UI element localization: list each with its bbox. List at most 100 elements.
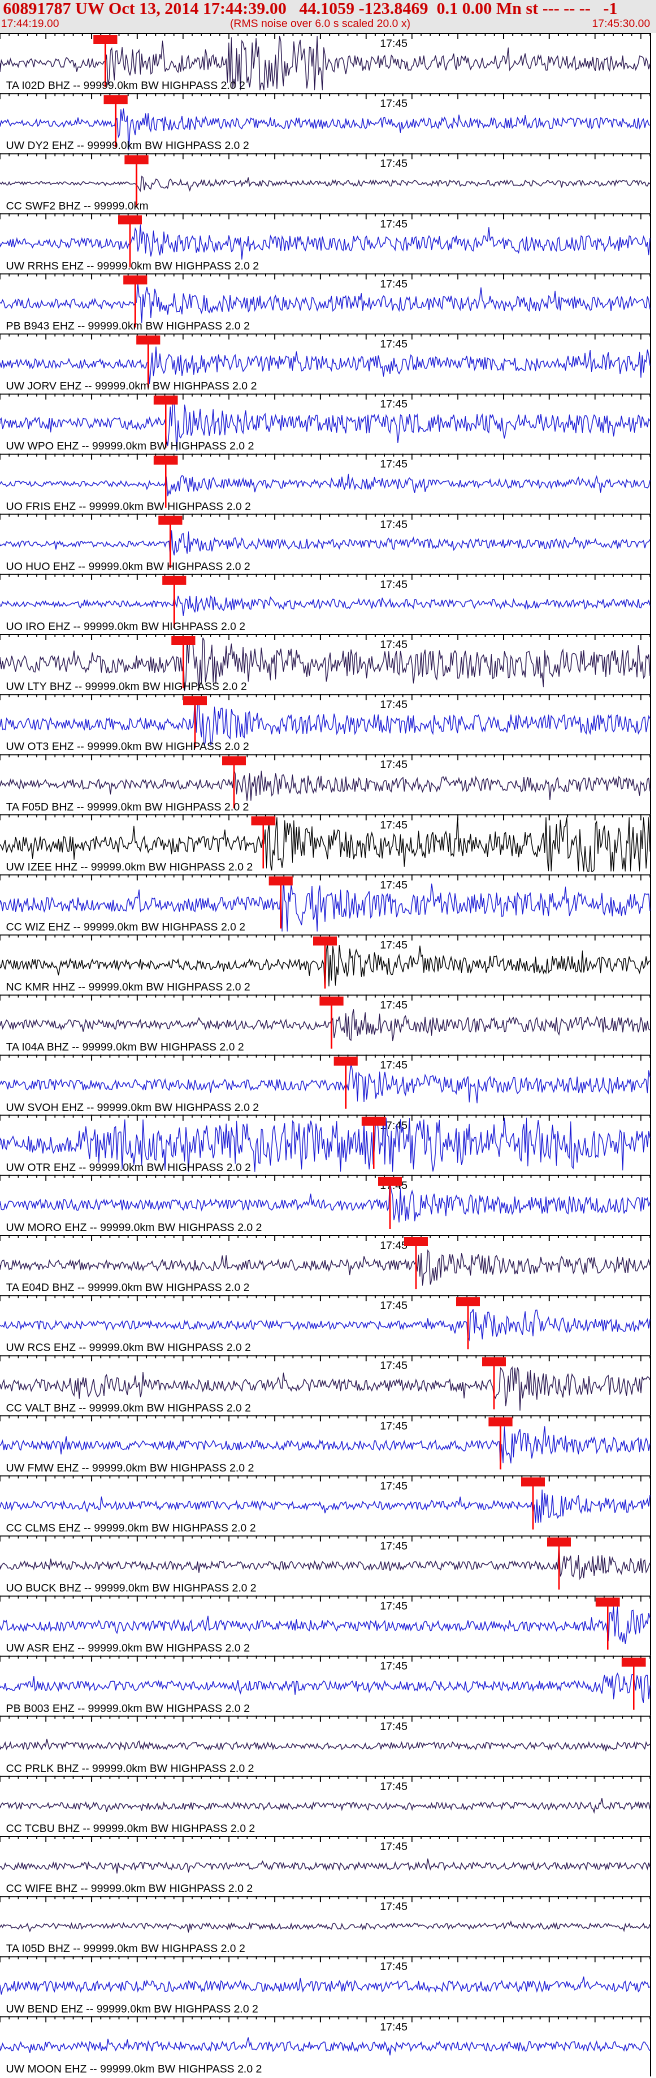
phase-pick-box <box>158 515 183 525</box>
phase-pick-box <box>378 1176 402 1186</box>
trace-label: CC WIZ EHZ -- 99999.0km BW HIGHPASS 2.0 … <box>6 922 245 934</box>
trace-label: UW SVOH EHZ -- 99999.0km BW HIGHPASS 2.0… <box>6 1102 259 1114</box>
time-mark-label: 17:45 <box>380 339 408 351</box>
seismic-waveform <box>0 175 651 193</box>
time-mark-label: 17:45 <box>380 1541 408 1553</box>
trace-label: PB B943 EHZ -- 99999.0km BW HIGHPASS 2.0… <box>6 321 250 333</box>
seismic-waveform <box>0 1426 651 1464</box>
trace-panel: 17:45 UW DY2 EHZ -- 99999.0km BW HIGHPASS… <box>0 93 651 154</box>
seismic-waveform <box>0 346 651 385</box>
time-mark-label: 17:45 <box>380 1901 408 1913</box>
trace-label: CC TCBU BHZ -- 99999.0km BW HIGHPASS 2.0… <box>6 1823 255 1835</box>
phase-pick-box <box>488 1417 513 1427</box>
trace-panel: 17:45 NC KMR HHZ -- 99999.0km BW HIGHPASS… <box>0 934 651 995</box>
trace-panel: 17:45UW OTR EHZ -- 99999.0km BW HIGHPASS… <box>0 1114 651 1175</box>
time-mark-label: 17:45 <box>380 639 408 651</box>
trace-label: UW LTY BHZ -- 99999.0km BW HIGHPASS 2.0 … <box>6 681 247 693</box>
trace-label: CC SWF2 BHZ -- 99999.0km <box>6 200 148 212</box>
trace-panel: 17:45 CC VALT BHZ -- 99999.0km BW HIGHPAS… <box>0 1355 651 1416</box>
seismic-waveform <box>0 1858 651 1874</box>
trace-label: UW OT3 EHZ -- 99999.0km BW HIGHPASS 2.0 … <box>6 741 249 753</box>
trace-panel: 17:45 UO BUCK BHZ -- 99999.0km BW HIGHPAS… <box>0 1535 651 1596</box>
phase-pick-box <box>521 1477 545 1487</box>
trace-panel: 17:45 UW OT3 EHZ -- 99999.0km BW HIGHPASS… <box>0 694 651 755</box>
seismic-waveform <box>0 595 651 616</box>
trace-label: UO FRIS EHZ -- 99999.0km BW HIGHPASS 2.0… <box>6 501 251 513</box>
trace-label: UW WPO EHZ -- 99999.0km BW HIGHPASS 2.0 … <box>6 441 254 453</box>
time-mark-label: 17:45 <box>380 1601 408 1613</box>
seismic-waveform <box>0 1738 651 1752</box>
seismic-waveform <box>0 1798 651 1814</box>
trace-panel: 17:45 UO HUO EHZ -- 99999.0km BW HIGHPASS… <box>0 513 651 574</box>
phase-pick-box <box>162 575 187 585</box>
trace-panel: 17:45 UW FMW EHZ -- 99999.0km BW HIGHPASS… <box>0 1415 651 1476</box>
trace-panel: 17:45 UW JORV EHZ -- 99999.0km BW HIGHPAS… <box>0 333 651 394</box>
time-mark-label: 17:45 <box>380 519 408 531</box>
scale-note: (RMS noise over 6.0 s scaled 20.0 x) <box>230 18 411 30</box>
time-mark-label: 17:45 <box>380 699 408 711</box>
trace-panel: 17:45 CC CLMS EHZ -- 99999.0km BW HIGHPAS… <box>0 1475 651 1536</box>
seismic-waveform <box>0 1309 651 1342</box>
phase-pick-box <box>268 876 293 886</box>
time-mark-label: 17:45 <box>380 278 408 290</box>
trace-label: UW RCS EHZ -- 99999.0km BW HIGHPASS 2.0 … <box>6 1342 251 1354</box>
trace-label: TA F05D BHZ -- 99999.0km BW HIGHPASS 2.0… <box>6 801 249 813</box>
seismic-waveform <box>0 1182 651 1223</box>
trace-panel: 17:45 CC TCBU BHZ -- 99999.0km BW HIGHPAS… <box>0 1775 651 1836</box>
phase-pick-box <box>333 1056 358 1066</box>
time-mark-label: 17:45 <box>380 1961 408 1973</box>
trace-label: UW DY2 EHZ -- 99999.0km BW HIGHPASS 2.0 … <box>6 140 249 152</box>
trace-label: UW IZEE HHZ -- 99999.0km BW HIGHPASS 2.0… <box>6 861 253 873</box>
seismic-waveform <box>0 1249 651 1286</box>
phase-pick-box <box>153 455 178 465</box>
trace-panel: 17:45 UO IRO EHZ -- 99999.0km BW HIGHPASS… <box>0 573 651 634</box>
trace-label: UW OTR EHZ -- 99999.0km BW HIGHPASS 2.0 … <box>6 1162 251 1174</box>
time-mark-label: 17:45 <box>380 1060 408 1072</box>
phase-pick-box <box>456 1297 480 1307</box>
trace-label: UW RRHS EHZ -- 99999.0km BW HIGHPASS 2.0… <box>6 260 259 272</box>
trace-panel: 17:45 CC SWF2 BHZ -- 99999.0km <box>0 153 651 214</box>
phase-pick-box <box>595 1597 620 1607</box>
time-mark-label: 17:45 <box>380 2021 408 2033</box>
trace-panel: 17:45 CC WIFE BHZ -- 99999.0km BW HIGHPAS… <box>0 1836 651 1897</box>
start-time-label: 17:44:19.00 <box>1 18 60 30</box>
trace-panel: 17:45 PB B943 EHZ -- 99999.0km BW HIGHPAS… <box>0 273 651 334</box>
phase-pick-box <box>183 696 207 706</box>
time-mark-label: 17:45 <box>380 1240 408 1252</box>
seismogram-traces: 17:45 TA I02D BHZ -- 99999.0km BW HIGHPAS… <box>0 33 651 2077</box>
trace-label: TA E04D BHZ -- 99999.0km BW HIGHPASS 2.0… <box>6 1282 250 1294</box>
trace-label: UO IRO EHZ -- 99999.0km BW HIGHPASS 2.0 … <box>6 621 245 633</box>
phase-pick-box <box>118 215 142 225</box>
seismic-waveform <box>0 2037 651 2056</box>
trace-panel: 17:45 UW MOON EHZ -- 99999.0km BW HIGHPAS… <box>0 2016 651 2077</box>
trace-label: UW BEND EHZ -- 99999.0km BW HIGHPASS 2.0… <box>6 2003 258 2015</box>
seismic-waveform <box>0 1605 651 1644</box>
trace-panel: 17:45 UW SVOH EHZ -- 99999.0km BW HIGHPAS… <box>0 1054 651 1115</box>
trace-label: UW FMW EHZ -- 99999.0km BW HIGHPASS 2.0 … <box>6 1462 254 1474</box>
time-mark-label: 17:45 <box>380 1360 408 1372</box>
end-time-label: 17:45:30.00 <box>592 18 651 30</box>
trace-panel: 17:45 UW ASR EHZ -- 99999.0km BW HIGHPASS… <box>0 1595 651 1656</box>
trace-label: NC KMR HHZ -- 99999.0km BW HIGHPASS 2.0 … <box>6 982 250 994</box>
trace-label: UO BUCK BHZ -- 99999.0km BW HIGHPASS 2.0… <box>6 1583 256 1595</box>
trace-panel: 17:45 TA E04D BHZ -- 99999.0km BW HIGHPAS… <box>0 1235 651 1296</box>
time-mark-label: 17:45 <box>380 1300 408 1312</box>
phase-pick-box <box>251 816 276 826</box>
seismic-waveform <box>0 1672 651 1704</box>
phase-pick-box <box>621 1657 646 1667</box>
time-mark-label: 17:45 <box>380 819 408 831</box>
phase-pick-box <box>123 275 148 285</box>
seismic-waveform <box>0 1920 651 1933</box>
trace-label: PB B003 EHZ -- 99999.0km BW HIGHPASS 2.0… <box>6 1703 250 1715</box>
trace-panel: 17:45 CC PRLK BHZ -- 99999.0km BW HIGHPAS… <box>0 1715 651 1776</box>
time-mark-label: 17:45 <box>380 1721 408 1733</box>
time-mark-label: 17:45 <box>380 579 408 591</box>
time-mark-label: 17:45 <box>380 218 408 230</box>
phase-pick-box <box>404 1237 428 1246</box>
trace-label: CC PRLK BHZ -- 99999.0km BW HIGHPASS 2.0… <box>6 1763 254 1775</box>
time-mark-label: 17:45 <box>380 38 408 50</box>
trace-panel: 17:45 UW RRHS EHZ -- 99999.0km BW HIGHPAS… <box>0 213 651 274</box>
phase-pick-box <box>171 636 196 645</box>
time-mark-label: 17:45 <box>380 1781 408 1793</box>
time-mark-label: 17:45 <box>380 879 408 891</box>
